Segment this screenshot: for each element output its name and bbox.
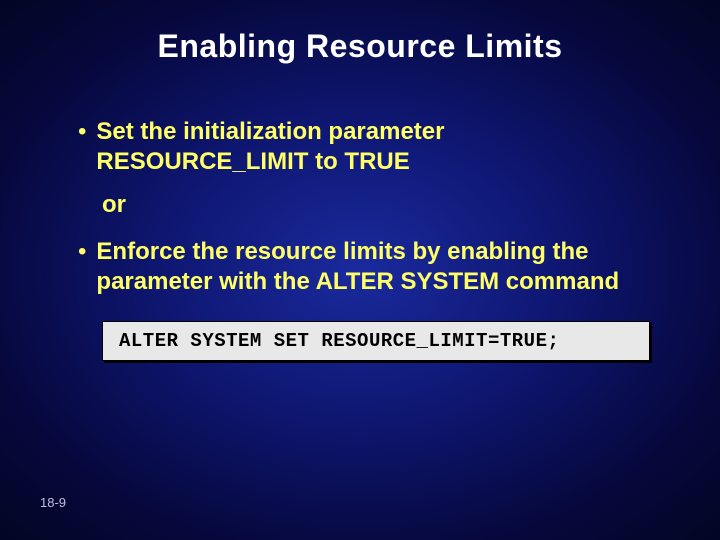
slide-title: Enabling Resource Limits bbox=[0, 0, 720, 65]
bullet-icon: • bbox=[78, 237, 86, 267]
bullet-text: Set the initialization parameter RESOURC… bbox=[96, 117, 660, 177]
page-number: 18-9 bbox=[40, 495, 66, 510]
bullet-item: • Set the initialization parameter RESOU… bbox=[78, 117, 660, 177]
or-separator: or bbox=[102, 191, 660, 219]
slide: Enabling Resource Limits • Set the initi… bbox=[0, 0, 720, 540]
code-snippet: ALTER SYSTEM SET RESOURCE_LIMIT=TRUE; bbox=[102, 321, 650, 361]
bullet-item: • Enforce the resource limits by enablin… bbox=[78, 237, 660, 297]
bullet-text: Enforce the resource limits by enabling … bbox=[96, 237, 660, 297]
bullet-icon: • bbox=[78, 117, 86, 147]
slide-content: • Set the initialization parameter RESOU… bbox=[0, 117, 720, 361]
